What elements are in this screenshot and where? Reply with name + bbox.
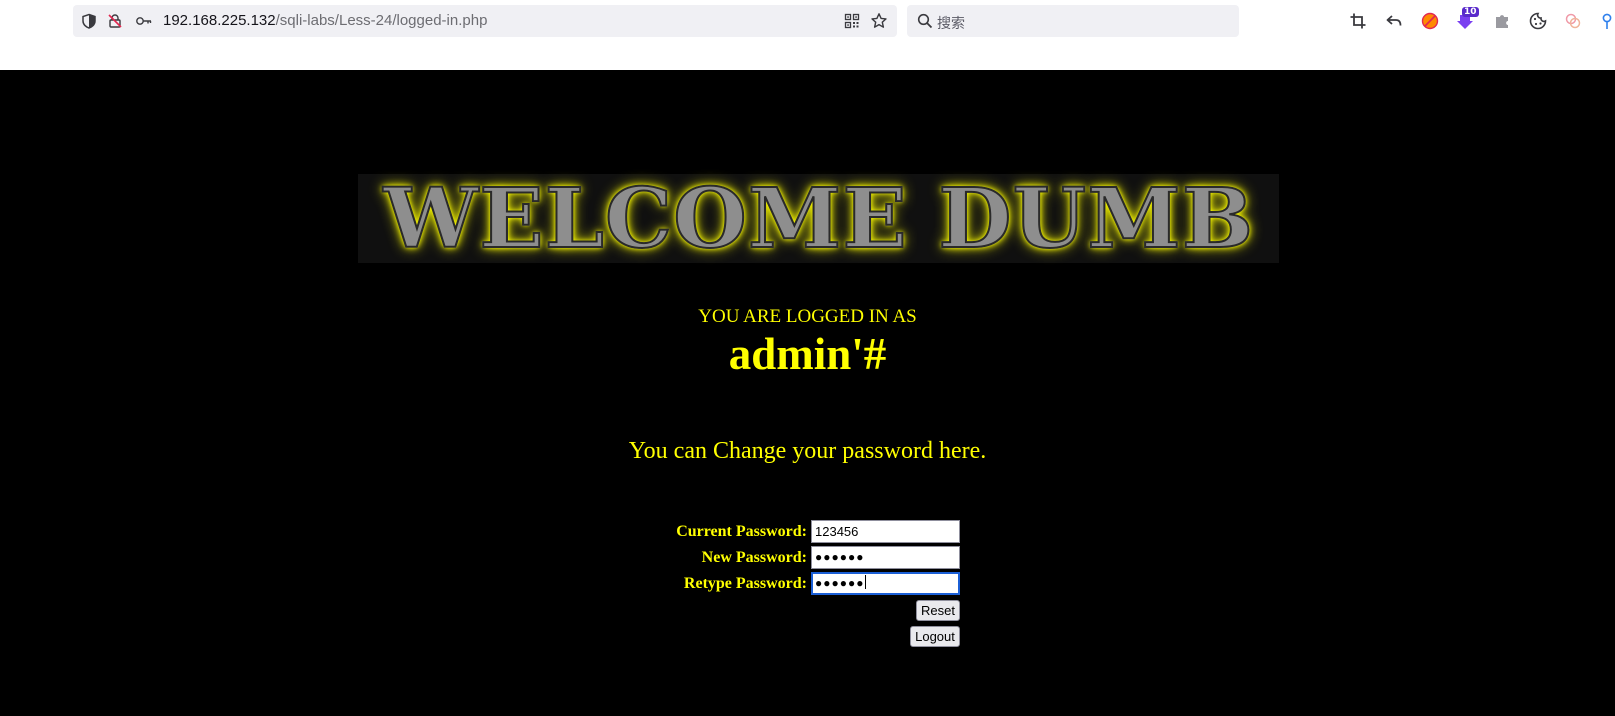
logged-in-label: YOU ARE LOGGED IN AS: [698, 306, 917, 327]
key-icon[interactable]: [135, 13, 153, 29]
logout-button[interactable]: Logout: [910, 626, 960, 647]
url-path: /sqli-labs/Less-24/logged-in.php: [275, 12, 488, 29]
puzzle-extension-icon[interactable]: [1493, 12, 1511, 30]
undo-arrow-icon[interactable]: [1385, 12, 1403, 30]
search-icon: [917, 13, 933, 29]
username-heading: admin'#: [728, 329, 887, 379]
text-caret: [864, 575, 866, 589]
current-password-label: Current Password:: [676, 523, 807, 540]
search-bar[interactable]: 搜索: [907, 5, 1239, 37]
url-host: 192.168.225.132: [163, 12, 276, 29]
current-password-row: Current Password: 123456: [0, 520, 1615, 544]
retype-password-label: Retype Password:: [683, 575, 807, 592]
browser-toolbar: 192.168.225.132/sqli-labs/Less-24/logged…: [0, 0, 1615, 70]
insecure-lock-icon[interactable]: [107, 13, 123, 29]
extension-badge: 10: [1462, 7, 1479, 17]
retype-password-row: Retype Password: ●●●●●●: [0, 572, 1615, 596]
new-password-label: New Password:: [701, 549, 807, 566]
welcome-banner-text: WELCOME DUMB: [382, 170, 1254, 268]
blocker-extension-icon[interactable]: [1421, 12, 1439, 30]
reset-button[interactable]: Reset: [916, 600, 960, 621]
search-placeholder: 搜索: [937, 16, 965, 32]
new-password-row: New Password: ●●●●●●: [0, 546, 1615, 570]
link-rings-icon[interactable]: [1564, 12, 1582, 30]
url-text[interactable]: 192.168.225.132/sqli-labs/Less-24/logged…: [163, 12, 487, 30]
bookmark-star-icon[interactable]: [870, 12, 888, 30]
address-bar[interactable]: 192.168.225.132/sqli-labs/Less-24/logged…: [73, 5, 897, 37]
qr-code-icon[interactable]: [844, 13, 860, 29]
welcome-banner-image: WELCOME DUMB: [358, 170, 1279, 268]
new-password-input[interactable]: ●●●●●●: [811, 546, 960, 569]
current-password-input[interactable]: 123456: [811, 520, 960, 543]
crop-screenshot-icon[interactable]: [1349, 12, 1367, 30]
shield-icon[interactable]: [81, 13, 97, 29]
page-content: WELCOME DUMB YOU ARE LOGGED IN AS admin'…: [0, 70, 1615, 716]
cookie-icon[interactable]: [1529, 12, 1547, 30]
retype-password-input[interactable]: ●●●●●●: [811, 572, 960, 595]
change-password-message: You can Change your password here.: [628, 438, 987, 464]
pin-icon[interactable]: [1600, 12, 1615, 30]
retype-password-mask: ●●●●●●: [815, 576, 865, 590]
